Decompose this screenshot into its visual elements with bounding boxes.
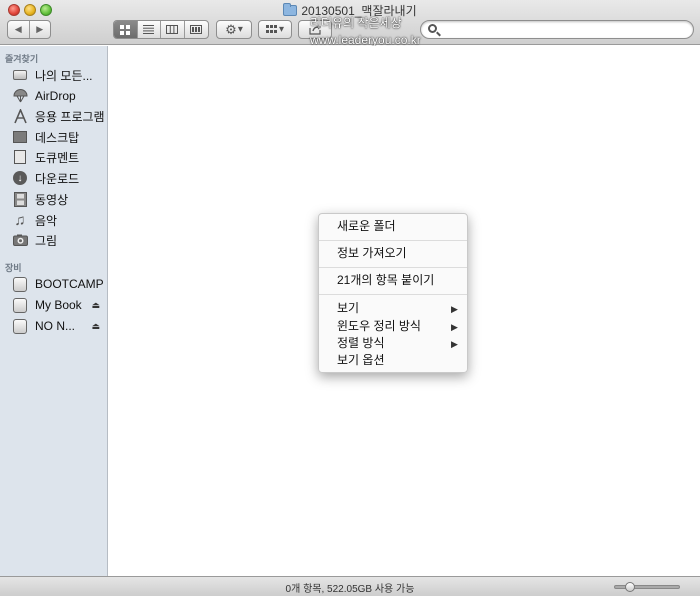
- sidebar-item-music[interactable]: ♫ 음악: [12, 210, 106, 230]
- icon-view-icon: [119, 24, 130, 35]
- chevron-down-icon: ▾: [237, 24, 243, 35]
- submenu-arrow-icon: ▶: [451, 322, 458, 332]
- menu-item-paste-items[interactable]: 21개의 항목 붙이기: [337, 272, 434, 288]
- sidebar-item-desktop[interactable]: 데스크탑: [12, 127, 106, 147]
- sidebar-item-all-my-files[interactable]: 나의 모든...: [12, 65, 106, 85]
- eject-icon[interactable]: ⏏: [91, 321, 100, 332]
- watermark-line1: 리더유의 작은세상: [310, 16, 402, 30]
- menu-separator: [319, 267, 467, 268]
- drive-icon: [12, 297, 28, 313]
- back-button[interactable]: ◀: [8, 21, 30, 38]
- sidebar-item-label: 도큐멘트: [35, 150, 80, 165]
- eject-icon[interactable]: ⏏: [91, 300, 100, 311]
- sidebar-item-label: 다운로드: [35, 171, 80, 186]
- list-view-button[interactable]: [138, 21, 161, 38]
- status-text: 0개 항목, 522.05GB 사용 가능: [285, 584, 415, 595]
- pictures-icon: [12, 232, 28, 248]
- finder-window: 20130501_맥잘라내기 ◀ ▶ ⚙ ▾ ▾ 리더유의 작은세상 www.l…: [0, 0, 700, 596]
- slider-knob[interactable]: [625, 582, 635, 592]
- sidebar-item-label: 나의 모든...: [35, 68, 93, 83]
- gear-icon: ⚙: [225, 21, 237, 37]
- context-menu: 새로운 폴더 정보 가져오기 21개의 항목 붙이기 보기 ▶ 윈도우 정리 방…: [318, 213, 468, 373]
- arrange-grid-icon: [265, 25, 277, 33]
- menu-item-view[interactable]: 보기: [337, 300, 359, 316]
- sidebar-favorites-header: 즐겨찾기: [5, 54, 39, 64]
- drive-icon: [12, 276, 28, 292]
- sidebar-item-movies[interactable]: 동영상: [12, 189, 106, 209]
- sidebar-item-label: BOOTCAMP: [35, 277, 104, 291]
- menu-separator: [319, 240, 467, 241]
- sidebar-item-downloads[interactable]: ↓ 다운로드: [12, 168, 106, 188]
- sidebar: 즐겨찾기 나의 모든... AirDrop 응용 프로그램 데스크탑 도큐멘트 …: [0, 46, 108, 576]
- airdrop-icon: [12, 88, 28, 104]
- sidebar-item-bootcamp[interactable]: BOOTCAMP: [12, 274, 106, 294]
- menu-item-new-folder[interactable]: 새로운 폴더: [337, 218, 396, 234]
- action-menu-button[interactable]: ⚙ ▾: [216, 20, 252, 39]
- toolbar: 20130501_맥잘라내기 ◀ ▶ ⚙ ▾ ▾ 리더유의 작은세상 www.l…: [0, 0, 700, 47]
- sidebar-item-label: NO N...: [35, 319, 76, 333]
- sidebar-item-label: 데스크탑: [35, 130, 80, 145]
- submenu-arrow-icon: ▶: [451, 339, 458, 349]
- status-bar: 0개 항목, 522.05GB 사용 가능: [0, 576, 700, 596]
- sidebar-devices-header: 장비: [5, 263, 22, 273]
- menu-separator: [319, 294, 467, 295]
- chevron-down-icon: ▾: [278, 24, 285, 35]
- icon-size-slider[interactable]: [614, 582, 680, 592]
- sidebar-item-documents[interactable]: 도큐멘트: [12, 147, 106, 167]
- all-files-icon: [12, 67, 28, 83]
- arrange-menu-button[interactable]: ▾: [258, 20, 292, 39]
- sidebar-item-no-name[interactable]: NO N... ⏏: [12, 316, 106, 336]
- sidebar-item-label: 그림: [35, 233, 58, 248]
- coverflow-view-icon: [190, 25, 203, 34]
- sidebar-item-label: 응용 프로그램: [35, 109, 105, 124]
- sidebar-item-pictures[interactable]: 그림: [12, 230, 106, 250]
- sidebar-item-label: 음악: [35, 213, 58, 228]
- folder-icon: [283, 3, 298, 16]
- search-field[interactable]: [420, 20, 694, 39]
- movies-icon: [12, 191, 28, 207]
- column-view-icon: [166, 25, 179, 34]
- submenu-arrow-icon: ▶: [451, 304, 458, 314]
- back-forward-buttons: ◀ ▶: [7, 20, 51, 39]
- watermark: 리더유의 작은세상 www.leaderyou.co.kr: [310, 15, 440, 49]
- sidebar-item-label: My Book: [35, 298, 82, 312]
- applications-icon: [12, 108, 28, 124]
- back-arrow-icon: ◀: [14, 24, 22, 34]
- forward-button[interactable]: ▶: [30, 21, 51, 38]
- menu-item-view-options[interactable]: 보기 옵션: [337, 352, 385, 368]
- drive-icon: [12, 318, 28, 334]
- sidebar-item-my-book[interactable]: My Book ⏏: [12, 295, 106, 315]
- sidebar-item-label: 동영상: [35, 192, 69, 207]
- menu-item-get-info[interactable]: 정보 가져오기: [337, 245, 407, 261]
- view-mode-control: [113, 20, 209, 39]
- menu-item-arrange[interactable]: 윈도우 정리 방식: [337, 318, 421, 334]
- menu-item-sort[interactable]: 정렬 방식: [337, 335, 385, 351]
- sidebar-item-airdrop[interactable]: AirDrop: [12, 86, 106, 106]
- downloads-icon: ↓: [12, 170, 28, 186]
- column-view-button[interactable]: [161, 21, 185, 38]
- music-icon: ♫: [14, 211, 26, 229]
- list-view-icon: [143, 25, 155, 34]
- documents-icon: [12, 149, 28, 165]
- forward-arrow-icon: ▶: [36, 24, 44, 34]
- desktop-icon: [12, 129, 28, 145]
- coverflow-view-button[interactable]: [185, 21, 208, 38]
- sidebar-item-applications[interactable]: 응용 프로그램: [12, 106, 106, 126]
- sidebar-item-label: AirDrop: [35, 89, 76, 103]
- icon-view-button[interactable]: [114, 21, 138, 38]
